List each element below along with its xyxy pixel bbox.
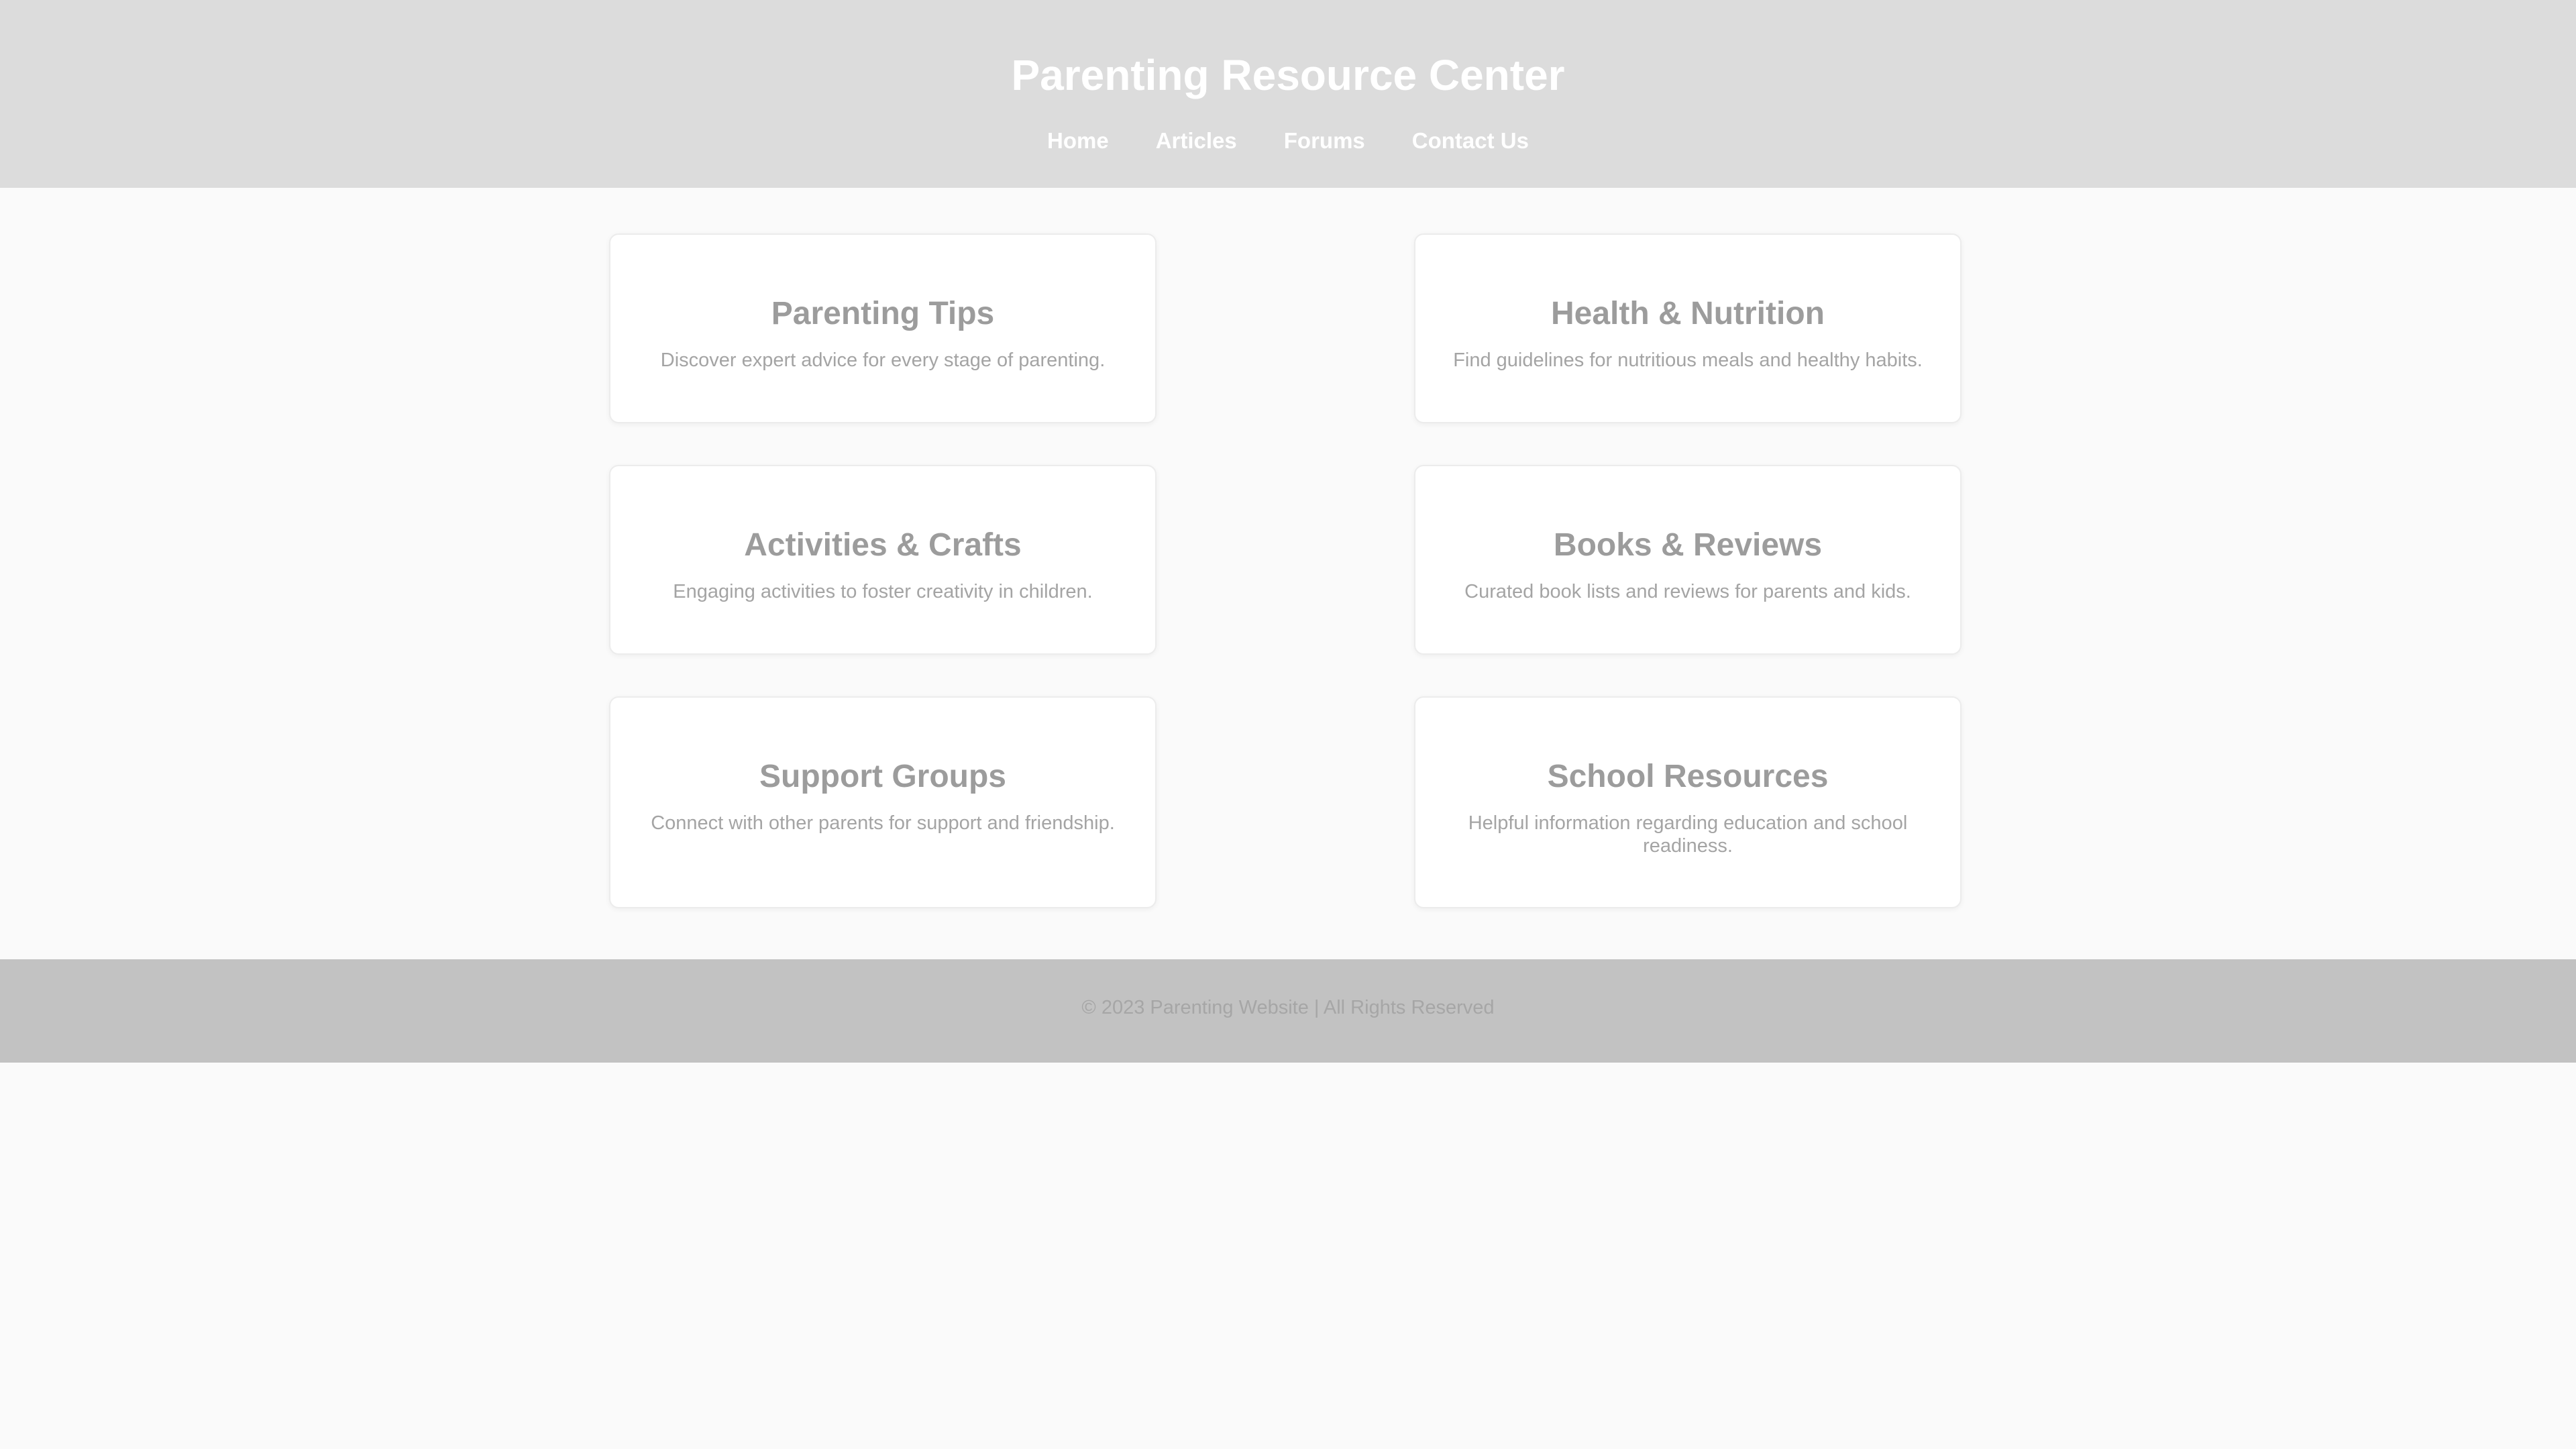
site-footer: © 2023 Parenting Website | All Rights Re…	[0, 959, 2576, 1063]
card-description: Helpful information regarding education …	[1468, 812, 1908, 857]
card-description: Curated book lists and reviews for paren…	[1464, 581, 1911, 602]
card-title: Health & Nutrition	[1551, 296, 1825, 331]
card-title: Support Groups	[759, 759, 1006, 794]
card-description: Connect with other parents for support a…	[651, 812, 1115, 834]
card-title: Parenting Tips	[771, 296, 995, 331]
card-health-nutrition[interactable]: Health & Nutrition Find guidelines for n…	[1414, 233, 1962, 423]
card-school-resources[interactable]: School Resources Helpful information reg…	[1414, 696, 1962, 908]
card-title: Books & Reviews	[1553, 527, 1823, 563]
card-parenting-tips[interactable]: Parenting Tips Discover expert advice fo…	[609, 233, 1157, 423]
card-title: Activities & Crafts	[744, 527, 1022, 563]
card-description: Discover expert advice for every stage o…	[660, 350, 1106, 371]
card-description: Find guidelines for nutritious meals and…	[1453, 350, 1923, 371]
card-activities-crafts[interactable]: Activities & Crafts Engaging activities …	[609, 465, 1157, 655]
card-support-groups[interactable]: Support Groups Connect with other parent…	[609, 696, 1157, 908]
copyright-text: © 2023 Parenting Website | All Rights Re…	[1081, 997, 1495, 1018]
card-books-reviews[interactable]: Books & Reviews Curated book lists and r…	[1414, 465, 1962, 655]
resource-card-grid: Parenting Tips Discover expert advice fo…	[0, 0, 2576, 959]
card-description: Engaging activities to foster creativity…	[673, 581, 1093, 602]
card-title: School Resources	[1547, 759, 1829, 794]
